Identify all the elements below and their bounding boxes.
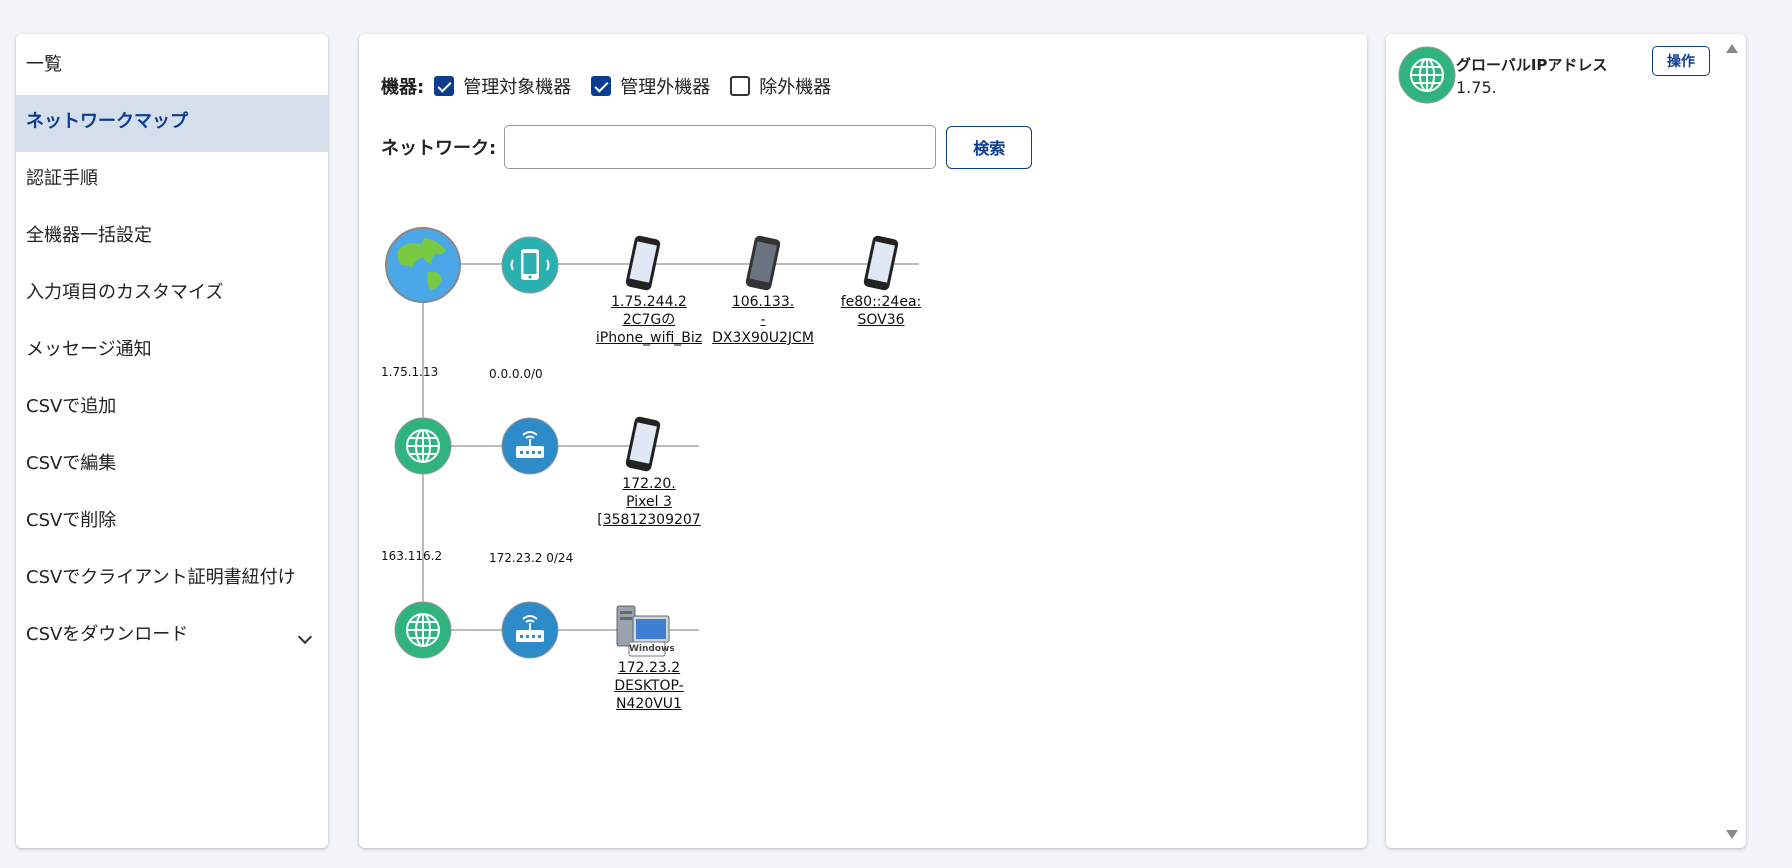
sidebar-item-network-map[interactable]: ネットワークマップ [16, 95, 328, 152]
sidebar-item-csv-add[interactable]: CSVで追加 [16, 380, 328, 437]
filter-label: 機器: [381, 77, 425, 98]
search-button[interactable]: 検索 [946, 125, 1033, 169]
router-icon[interactable] [501, 601, 559, 663]
scroll-up-arrow-icon[interactable] [1726, 44, 1738, 53]
scroll-down-arrow-icon[interactable] [1726, 830, 1738, 839]
filter-managed[interactable]: 管理対象機器 [434, 73, 571, 99]
network-label: ネットワーク: [381, 138, 497, 159]
windows-badge: Windows [629, 644, 675, 654]
gateway-caption: 1.75.1.13 [381, 365, 439, 379]
sidebar-item-csv-download[interactable]: CSVをダウンロード [16, 608, 328, 665]
device-label[interactable]: 1.75.244.2 2C7Gの iPhone_wifi_Biz [589, 293, 709, 347]
router-icon[interactable] [501, 417, 559, 479]
sidebar-item-message-notify[interactable]: メッセージ通知 [16, 323, 328, 380]
info-panel: グローバルIPアドレス 1.75. 操作 [1386, 34, 1746, 848]
checkbox-label: 管理外機器 [620, 77, 711, 98]
globe-icon [1398, 46, 1456, 108]
device-label[interactable]: 172.23.2 DESKTOP- N420VU1 [589, 659, 709, 713]
globe-icon[interactable] [394, 417, 452, 479]
network-input[interactable] [504, 125, 937, 169]
router-caption: 0.0.0.0/0 [489, 367, 543, 381]
checkbox-managed[interactable] [434, 76, 455, 96]
mobile-network-icon[interactable] [501, 236, 559, 298]
sidebar-item-customize-fields[interactable]: 入力項目のカスタマイズ [16, 266, 328, 323]
network-search: ネットワーク: 検索 [381, 125, 1033, 169]
filter-unmanaged[interactable]: 管理外機器 [591, 73, 710, 99]
device-label[interactable]: 106.133. - DX3X90U2JCM [705, 293, 821, 347]
globe-icon[interactable] [394, 601, 452, 663]
chevron-down-icon[interactable] [297, 629, 313, 645]
device-label[interactable]: fe80::24ea: SOV36 [823, 293, 939, 329]
checkbox-excluded[interactable] [730, 76, 751, 96]
smartphone-icon[interactable] [741, 235, 785, 295]
sidebar-item-csv-delete[interactable]: CSVで削除 [16, 494, 328, 551]
sidebar-item-auth-procedure[interactable]: 認証手順 [16, 152, 328, 209]
checkbox-label: 除外機器 [759, 77, 832, 98]
global-ip-value: 1.75. [1456, 78, 1497, 97]
smartphone-icon[interactable] [621, 416, 665, 476]
sidebar-item-csv-edit[interactable]: CSVで編集 [16, 437, 328, 494]
sidebar: 一覧 ネットワークマップ 認証手順 全機器一括設定 入力項目のカスタマイズ メッ… [16, 34, 328, 848]
sidebar-item-bulk-settings[interactable]: 全機器一括設定 [16, 209, 328, 266]
device-filter: 機器: 管理対象機器 管理外機器 除外機器 [381, 72, 851, 100]
internet-globe-icon[interactable] [384, 226, 462, 308]
sidebar-item-csv-cert-link[interactable]: CSVでクライアント証明書紐付け [16, 551, 328, 608]
router-caption: 172.23.2 0/24 [489, 551, 574, 565]
sidebar-item-list[interactable]: 一覧 [16, 38, 328, 95]
filter-excluded[interactable]: 除外機器 [730, 73, 831, 99]
network-map-panel: 機器: 管理対象機器 管理外機器 除外機器 ネットワーク: 検索 1.75.24… [359, 34, 1367, 848]
info-title: グローバルIPアドレス [1456, 56, 1608, 74]
sidebar-item-label: CSVをダウンロード [26, 624, 189, 645]
action-button[interactable]: 操作 [1652, 46, 1710, 76]
network-map: 1.75.244.2 2C7Gの iPhone_wifi_Biz 106.133… [359, 184, 1367, 744]
smartphone-icon[interactable] [859, 235, 903, 295]
windows-pc-icon[interactable]: Windows [615, 602, 675, 662]
smartphone-icon[interactable] [621, 235, 665, 295]
gateway-caption: 163.116.2 [381, 549, 443, 563]
device-label[interactable]: 172.20. Pixel 3 [35812309207 [589, 475, 709, 529]
checkbox-label: 管理対象機器 [463, 77, 572, 98]
checkbox-unmanaged[interactable] [591, 76, 612, 96]
